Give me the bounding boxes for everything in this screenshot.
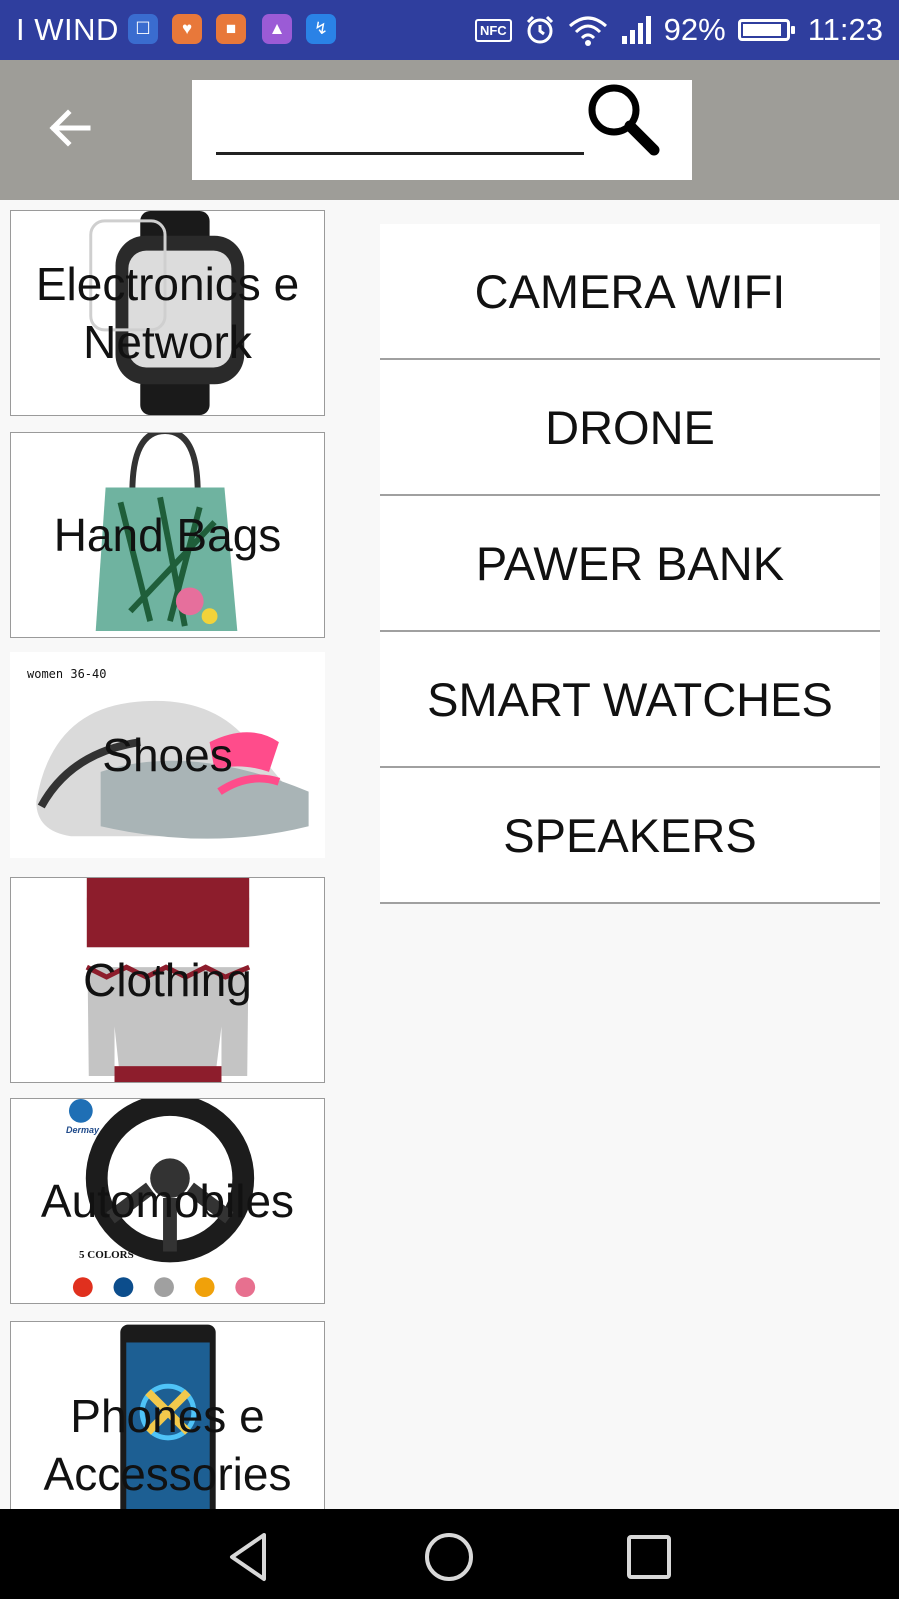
signal-icon (621, 16, 651, 44)
category-label: Electronics e Network (35, 258, 300, 368)
category-label: Phones e Accessories (43, 1390, 292, 1500)
clock: 11:23 (807, 12, 883, 47)
subcategory-power-bank[interactable]: PAWER BANK (380, 496, 880, 632)
gallery-icon: ▲ (262, 14, 292, 44)
battery-icon (737, 19, 795, 41)
category-label: Automobiles (40, 1175, 295, 1227)
subcategory-smart-watches[interactable]: SMART WATCHES (380, 632, 880, 768)
subcategory-drone[interactable]: DRONE (380, 360, 880, 496)
back-arrow-icon[interactable] (42, 100, 98, 156)
alarm-icon (526, 15, 553, 44)
nav-recents-icon[interactable] (621, 1529, 677, 1585)
category-phones[interactable]: Phones e Accessories (10, 1321, 325, 1511)
subcategory-list: CAMERA WIFI DRONE PAWER BANK SMART WATCH… (380, 224, 880, 904)
category-shoes[interactable]: women 36-40 Shoes (10, 652, 325, 858)
category-label: Clothing (83, 954, 252, 1006)
category-clothing[interactable]: Clothing (10, 877, 325, 1083)
system-nav-bar (0, 1509, 899, 1599)
messenger-icon: ↯ (306, 14, 336, 44)
category-automobiles[interactable]: Dermay 5 COLORS Automobiles (10, 1098, 325, 1304)
search-input[interactable] (216, 110, 584, 155)
subcategory-speakers[interactable]: SPEAKERS (380, 768, 880, 904)
lock-icon: ☐ (128, 14, 158, 44)
message-icon: ■ (216, 14, 246, 44)
health-icon: ♥ (172, 14, 202, 44)
category-electronics[interactable]: Electronics e Network (10, 210, 325, 416)
carrier-name: I WIND (16, 12, 119, 47)
battery-percent: 92% (663, 12, 726, 47)
nav-home-icon[interactable] (421, 1529, 477, 1585)
status-bar: I WIND ☐ ♥ ■ ▲ ↯ NFC 92% 11:23 (0, 0, 899, 60)
wifi-icon (568, 16, 607, 46)
category-label: Shoes (102, 729, 233, 781)
nfc-icon: NFC (474, 18, 512, 42)
subcategory-camera-wifi[interactable]: CAMERA WIFI (380, 224, 880, 360)
search-icon[interactable] (582, 80, 664, 156)
category-hand-bags[interactable]: Hand Bags (10, 432, 325, 638)
category-label: Hand Bags (53, 509, 282, 561)
nav-back-icon[interactable] (222, 1529, 278, 1585)
search-box (192, 80, 692, 180)
